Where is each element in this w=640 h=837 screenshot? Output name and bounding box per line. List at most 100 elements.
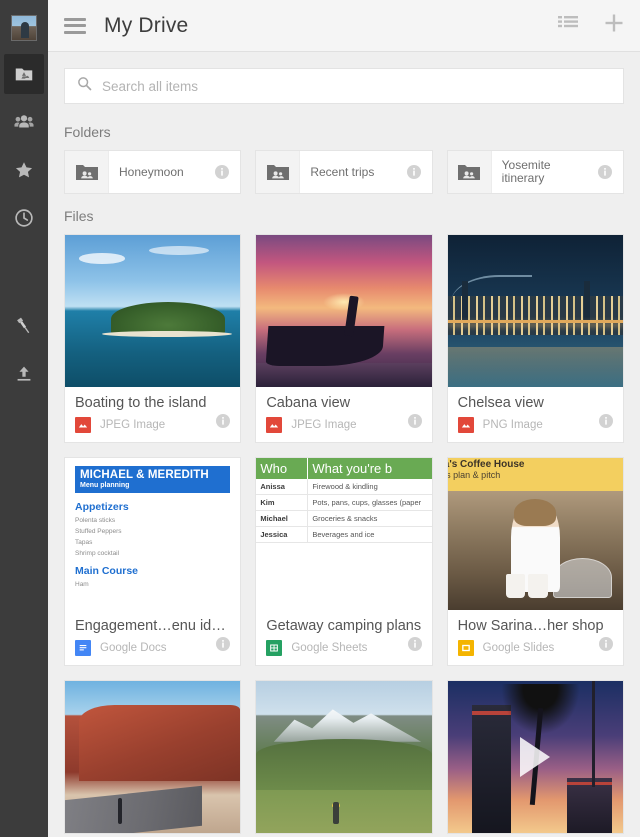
folder-card[interactable]: Honeymoon [64,150,242,194]
folders-grid: Honeymoon Recent trips Yosemite itinerar… [48,150,640,194]
info-icon[interactable] [593,164,617,180]
folder-name: Recent trips [310,165,375,179]
file-card[interactable] [64,680,242,834]
content-scroll[interactable]: Folders Honeymoon Recent trips [48,52,640,837]
png-image-icon [457,417,474,433]
sheet-header-cell: Who [256,458,309,479]
jpeg-image-icon [75,417,91,433]
sheet-cell: Anissa [256,479,309,494]
sunset-boat-photo [256,235,432,387]
shared-folder-icon [447,151,492,193]
files-grid: Boating to the island JPEG Image Cabana … [48,234,640,834]
file-card[interactable] [446,680,624,834]
sidebar-item-recent[interactable] [4,198,44,238]
slide-preview: na's Coffee House ness plan & pitch [447,458,623,610]
sheet-preview-row: Kim Pots, pans, cups, glasses (paper [256,495,432,511]
info-icon[interactable] [598,413,614,434]
sheet-cell: Michael [256,511,309,526]
file-name: Cabana view [266,395,351,411]
doc-preview-band: MICHAEL & MEREDITH Menu planning [75,466,231,493]
main-area: My Drive Search all items Folders Honeym… [48,0,640,837]
info-icon[interactable] [407,413,423,434]
slide-preview-title: na's Coffee House [448,459,525,470]
sidebar-item-pinned[interactable] [4,306,44,346]
hamburger-icon[interactable] [64,17,86,34]
sidebar-item-uploads[interactable] [4,354,44,394]
info-icon[interactable] [210,164,234,180]
file-type: PNG Image [482,419,543,431]
info-icon[interactable] [402,164,426,180]
info-icon[interactable] [407,636,423,657]
jpeg-image-icon [266,417,283,433]
doc-preview: MICHAEL & MEREDITH Menu planning Appetiz… [65,458,241,610]
sheet-header-cell: What you're b [312,461,393,476]
sheet-cell: Kim [256,495,309,510]
pin-icon [13,315,35,337]
sidebar-item-starred[interactable] [4,150,44,190]
file-type: JPEG Image [291,419,357,431]
clock-icon [13,207,35,229]
sheet-preview-header-row: Who What you're b [256,458,432,479]
file-card[interactable]: Chelsea view PNG Image [446,234,624,443]
sheet-preview-row: Michael Groceries & snacks [256,511,432,527]
file-meta: Getaway camping plans Google Sheets [256,610,431,665]
sheet-cell: Firewood & kindling [312,482,378,491]
user-avatar-image [11,15,37,41]
file-card[interactable]: Cabana view JPEG Image [255,234,433,443]
file-type: Google Docs [100,642,167,654]
search-box[interactable] [64,68,624,104]
file-card[interactable]: Who What you're b Anissa Firewood & kind… [255,457,433,666]
sheet-preview: Who What you're b Anissa Firewood & kind… [256,458,432,610]
sidebar-item-my-drive[interactable] [4,54,44,94]
file-type: Google Sheets [291,642,368,654]
drive-folder-icon [13,63,35,85]
file-meta: Chelsea view PNG Image [448,387,623,442]
top-bar: My Drive [48,0,640,52]
google-docs-icon [75,640,91,656]
sheet-preview-row: Anissa Firewood & kindling [256,479,432,495]
star-icon [13,159,35,181]
file-card[interactable]: MICHAEL & MEREDITH Menu planning Appetiz… [64,457,242,666]
search-icon [77,76,92,96]
avatar[interactable] [0,6,48,50]
island-photo [65,235,241,387]
files-section-title: Files [64,208,94,224]
info-icon[interactable] [598,636,614,657]
plus-icon[interactable] [604,13,624,38]
file-name: How Sarina…her shop [457,618,604,634]
folder-card[interactable]: Yosemite itinerary [446,150,624,194]
mountain-cyclist-photo [256,681,432,833]
info-icon[interactable] [215,413,231,434]
file-card[interactable] [255,680,433,834]
sheet-cell: Groceries & snacks [312,514,378,523]
google-slides-icon [457,640,474,656]
info-icon[interactable] [215,636,231,657]
video-sunset-photo [447,681,623,833]
upload-icon [13,363,35,385]
folders-section-title: Folders [64,124,111,140]
sidebar-item-shared-with-me[interactable] [4,102,44,142]
file-type: Google Slides [482,642,555,654]
canyon-photo [65,681,241,833]
folder-card[interactable]: Recent trips [255,150,433,194]
slide-preview-subtitle: ness plan & pitch [448,470,501,480]
file-meta: Engagement…enu ideas Google Docs [65,610,240,665]
doc-preview-item: Ham [75,581,89,588]
play-button-overlay-icon[interactable] [520,737,551,777]
search-row [48,52,640,110]
sheet-cell: Beverages and ice [312,530,375,539]
search-input[interactable] [102,78,611,94]
file-card[interactable]: na's Coffee House ness plan & pitch How … [446,457,624,666]
left-nav-rail [0,0,48,837]
file-card[interactable]: Boating to the island JPEG Image [64,234,242,443]
file-name: Boating to the island [75,395,207,411]
nyc-skyline-photo [447,235,623,387]
shared-folder-icon [65,151,109,193]
list-view-icon[interactable] [558,15,578,36]
doc-preview-item: Shrimp cocktail [75,550,120,557]
page-title: My Drive [104,13,189,37]
doc-preview-item: Polenta sticks [75,517,116,524]
doc-preview-subtitle: Menu planning [80,482,130,489]
doc-preview-title: MICHAEL & MEREDITH [80,469,209,481]
file-meta: How Sarina…her shop Google Slides [448,610,623,665]
